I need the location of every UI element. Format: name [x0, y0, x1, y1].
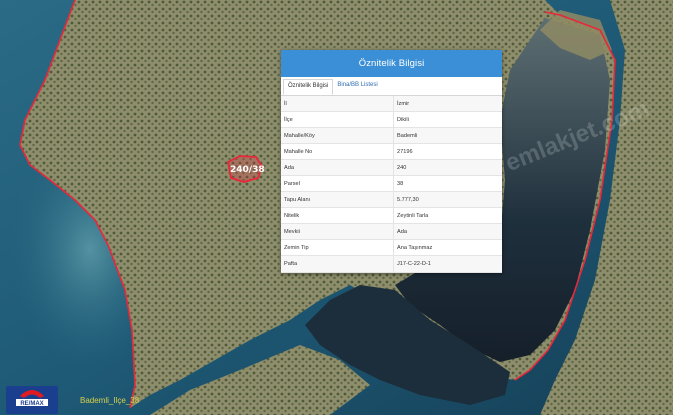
row-key: İl [281, 96, 394, 112]
parcel-label: 240/38 [230, 165, 265, 175]
row-value: 5.777,30 [397, 196, 419, 203]
table-row: Ada 240 [281, 160, 502, 177]
table-row: Nitelik Zeytinli Tarla [281, 208, 502, 225]
table-row: Mahalle No 27196 [281, 144, 502, 161]
row-key: Mahalle No [281, 144, 394, 160]
table-row: İlçe Dikili [281, 112, 502, 129]
attribute-table: İl İzmir İlçe Dikili Mahalle/Köy Bademli Ma… [281, 96, 502, 273]
row-value: Ada [397, 228, 407, 235]
attribute-panel: Öznitelik Bilgisi Öznitelik Bilgisi Bina… [281, 50, 502, 273]
row-key: Zemin Tip [281, 240, 394, 256]
map-caption: Bademli_Ilçe_38 [80, 396, 140, 405]
table-row: Tapu Alanı 5.777,30 [281, 192, 502, 209]
row-key: Mevkii [281, 224, 394, 240]
row-key: Parsel [281, 176, 394, 192]
row-value: Dikili [397, 116, 409, 123]
tab-building-list[interactable]: Bina/BB Listesi [333, 79, 381, 95]
row-key: Nitelik [281, 208, 394, 224]
logo-text: RE/MAX [20, 401, 43, 407]
row-value: İzmir [397, 100, 410, 107]
row-value: 240 [397, 164, 407, 171]
table-row: Pafta J17-C-22-D-1 [281, 256, 502, 273]
panel-title: Öznitelik Bilgisi [281, 50, 502, 77]
row-key: Mahalle/Köy [281, 128, 394, 144]
table-row: Mahalle/Köy Bademli [281, 128, 502, 145]
table-row: Mevkii Ada [281, 224, 502, 241]
tab-attributes[interactable]: Öznitelik Bilgisi [283, 79, 334, 95]
row-key: İlçe [281, 112, 394, 128]
table-row: Parsel 38 [281, 176, 502, 193]
row-value: 38 [397, 180, 404, 187]
row-key: Tapu Alanı [281, 192, 394, 208]
panel-tabs: Öznitelik Bilgisi Bina/BB Listesi [281, 77, 502, 96]
table-row: Zemin Tip Ana Taşınmaz [281, 240, 502, 257]
row-key: Pafta [281, 256, 394, 272]
table-row: İl İzmir [281, 96, 502, 113]
row-value: J17-C-22-D-1 [397, 260, 431, 267]
row-value: Ana Taşınmaz [397, 244, 433, 251]
row-value: Zeytinli Tarla [397, 212, 429, 219]
remax-logo: RE/MAX [6, 386, 58, 414]
row-key: Ada [281, 160, 394, 176]
row-value: Bademli [397, 132, 418, 139]
row-value: 27196 [397, 148, 413, 155]
